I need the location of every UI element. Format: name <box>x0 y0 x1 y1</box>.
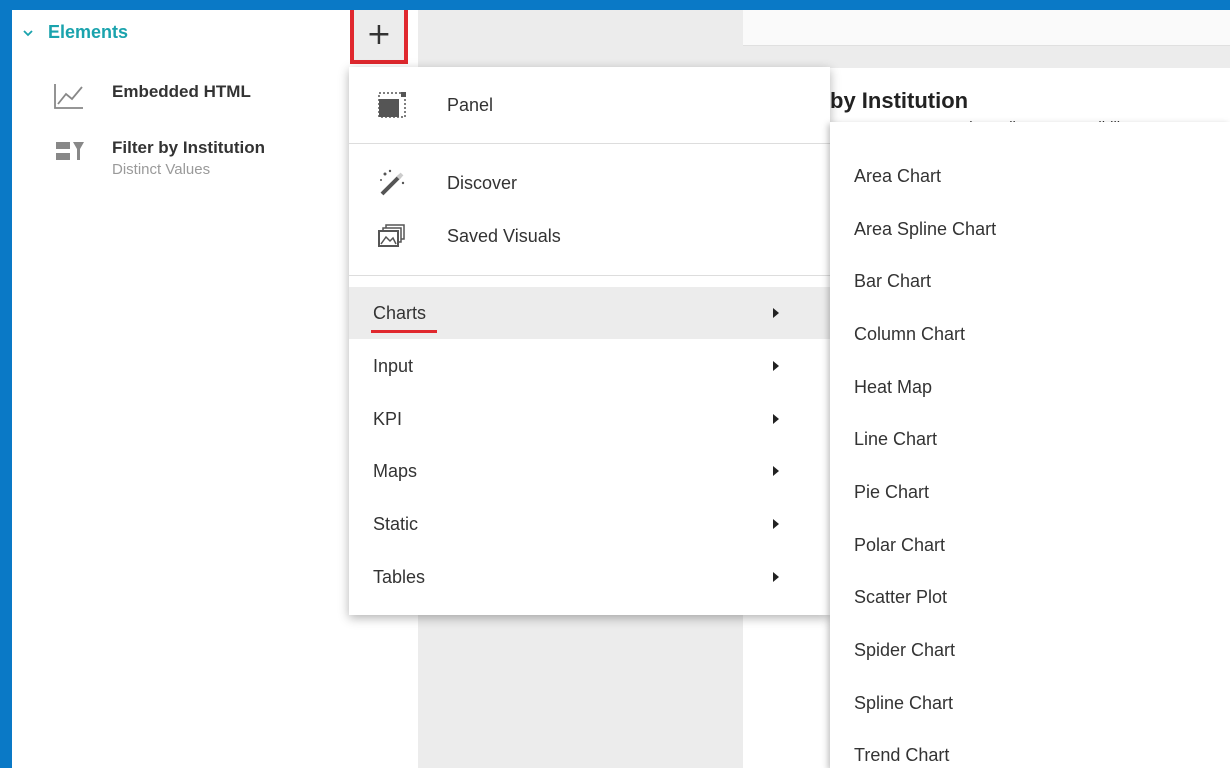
submenu-label: Input <box>373 355 414 376</box>
submenu-kpi[interactable]: KPI <box>349 393 830 445</box>
caret-right-icon <box>773 572 779 582</box>
submenu-label: KPI <box>373 408 403 429</box>
submenu-label: Tables <box>373 566 426 587</box>
chart-option-line-chart[interactable]: Line Chart <box>854 413 937 465</box>
menu-item-label: Saved Visuals <box>447 225 561 246</box>
chart-option-area-spline-chart[interactable]: Area Spline Chart <box>854 203 996 255</box>
submenu-label: Charts <box>373 302 427 323</box>
element-filter-by-institution[interactable]: Filter by Institution Distinct Values <box>52 138 265 178</box>
menu-item-discover[interactable]: Discover <box>349 157 830 209</box>
menu-divider <box>349 275 830 276</box>
chart-option-heat-map[interactable]: Heat Map <box>854 361 932 413</box>
submenu-tables[interactable]: Tables <box>349 551 830 603</box>
elements-section-header[interactable]: Elements <box>22 22 128 43</box>
app-window: by Institution …mance CC, Central Caroli… <box>12 10 1230 768</box>
filter-icon <box>52 138 86 166</box>
caret-right-icon <box>773 466 779 476</box>
caret-right-icon <box>773 519 779 529</box>
submenu-maps[interactable]: Maps <box>349 445 830 497</box>
element-embedded-html[interactable]: Embedded HTML <box>52 82 251 110</box>
canvas-toolbar <box>743 10 1230 46</box>
menu-item-panel[interactable]: Panel <box>349 79 830 131</box>
chart-option-spider-chart[interactable]: Spider Chart <box>854 624 955 676</box>
element-title: Filter by Institution <box>112 138 265 157</box>
submenu-static[interactable]: Static <box>349 498 830 550</box>
add-element-menu: Panel Discover Saved Visuals Charts Inpu… <box>349 67 830 615</box>
caret-right-icon <box>773 414 779 424</box>
chart-option-polar-chart[interactable]: Polar Chart <box>854 519 945 571</box>
chart-option-trend-chart[interactable]: Trend Chart <box>854 729 949 768</box>
submenu-input[interactable]: Input <box>349 340 830 392</box>
caret-right-icon <box>773 308 779 318</box>
panel-icon <box>375 90 409 120</box>
menu-item-saved-visuals[interactable]: Saved Visuals <box>349 210 830 262</box>
element-title: Embedded HTML <box>112 82 251 101</box>
magic-wand-icon <box>375 168 409 198</box>
line-chart-icon <box>52 82 86 110</box>
caret-right-icon <box>773 361 779 371</box>
saved-visuals-icon <box>375 221 409 251</box>
chart-option-area-chart[interactable]: Area Chart <box>854 150 941 202</box>
chart-option-bar-chart[interactable]: Bar Chart <box>854 255 931 307</box>
submenu-label: Maps <box>373 460 418 481</box>
element-subtitle: Distinct Values <box>112 161 211 178</box>
panel-title: by Institution <box>830 88 969 113</box>
chart-option-pie-chart[interactable]: Pie Chart <box>854 466 929 518</box>
submenu-label: Static <box>373 513 419 534</box>
add-element-button[interactable]: + <box>350 10 408 64</box>
menu-item-label: Panel <box>447 94 494 115</box>
chart-option-scatter-plot[interactable]: Scatter Plot <box>854 571 947 623</box>
chart-option-spline-chart[interactable]: Spline Chart <box>854 677 953 729</box>
highlight-underline <box>371 330 437 333</box>
chart-option-column-chart[interactable]: Column Chart <box>854 308 965 360</box>
charts-submenu: Area Chart Area Spline Chart Bar Chart C… <box>830 122 1230 768</box>
elements-section-title: Elements <box>48 22 129 42</box>
plus-icon: + <box>366 17 392 52</box>
chevron-down-icon <box>23 29 33 36</box>
menu-divider <box>349 143 830 144</box>
menu-item-label: Discover <box>447 172 518 193</box>
